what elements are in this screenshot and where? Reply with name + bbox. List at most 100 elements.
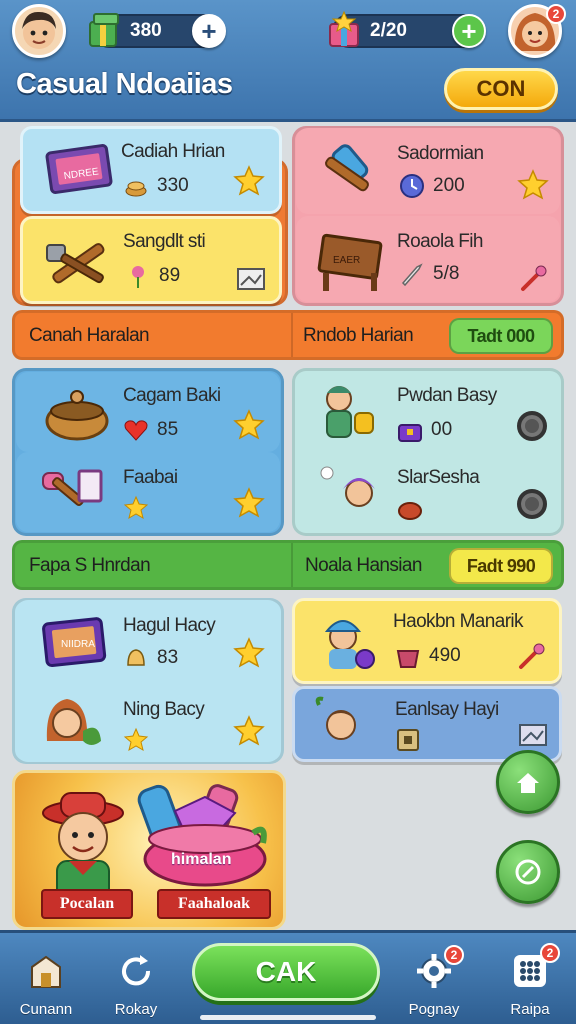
sadormian-value-row: 200 <box>399 173 465 199</box>
slarsesha-toggle[interactable] <box>517 489 547 519</box>
roaola-value: 5/8 <box>433 263 460 284</box>
sadormian-value: 200 <box>433 175 465 196</box>
build-fab-button[interactable] <box>496 750 560 814</box>
tadt-button[interactable]: Tadt 000 <box>449 318 553 354</box>
star-icon <box>233 165 265 196</box>
house-icon <box>517 773 539 793</box>
svg-text:NIIDRA: NIIDRA <box>61 639 95 650</box>
page-title: Casual Ndoaiias <box>16 68 233 100</box>
add-star-button[interactable]: + <box>452 14 486 48</box>
gift-resource-counter: 380 + <box>89 13 226 48</box>
bell-icon <box>127 649 145 666</box>
nav-rokay-label: Rokay <box>114 1001 158 1018</box>
star-box-icon <box>329 10 359 47</box>
slarsesha-title: SlarSesha <box>397 467 480 488</box>
gift-box-icon <box>89 13 119 47</box>
purple-chest-icon <box>398 424 422 442</box>
fadt-button[interactable]: Fadt 990 <box>449 548 553 584</box>
eanlsay-title: Eanlsay Hayi <box>395 699 499 720</box>
picture-frame-icon <box>519 724 547 746</box>
nav-cunann[interactable]: Cunann <box>6 943 86 1023</box>
con-button[interactable]: CON <box>444 68 558 110</box>
redhead-villager-icon <box>46 699 101 745</box>
promo-cake-label: himalan <box>171 851 232 868</box>
star-icon <box>233 637 265 668</box>
roaola-title: Roaola Fih <box>397 231 483 252</box>
roaola-value-row: 5/8 <box>399 261 459 287</box>
orange-strip-left-label: Canah Haralan <box>29 325 150 346</box>
nav-pognay[interactable]: Pognay 2 <box>394 943 474 1023</box>
sadormian-title: Sadormian <box>397 143 484 164</box>
promo-ribbon-left[interactable]: Pocalan <box>41 889 133 919</box>
sadormian-card[interactable]: Sadormian 200 <box>296 128 560 214</box>
promo-ribbon-right[interactable]: Faahaloak <box>157 889 271 919</box>
faabai-card[interactable]: Faabai <box>16 452 280 532</box>
nav-rokay[interactable]: Rokay <box>96 943 176 1023</box>
gem-clock-icon <box>400 174 424 198</box>
cooking-pot-icon <box>45 390 109 441</box>
pwdan-card[interactable]: Pwdan Basy 00 <box>296 372 560 452</box>
svg-text:EAER: EAER <box>333 255 360 266</box>
slarsesha-card[interactable]: SlarSesha <box>296 452 560 532</box>
pwdan-value-row: 00 <box>397 417 452 443</box>
sangdlt-value-row: 89 <box>125 263 180 289</box>
orange-strip: Canah Haralan Rndob Harian Tadt 000 <box>12 310 564 360</box>
player-avatar[interactable] <box>12 4 66 58</box>
cagam-title: Cagam Baki <box>123 385 221 406</box>
cadiah-card[interactable]: NDREE Cadiah Hrian 330 <box>20 126 282 214</box>
girl-villager-icon <box>320 466 375 507</box>
shop-icon <box>31 955 61 988</box>
hagul-card[interactable]: NIIDRA Hagul Hacy 83 <box>16 600 280 682</box>
nav-raipa-label: Raipa <box>510 1001 550 1018</box>
promo-banner[interactable]: himalan Pocalan Faahaloak <box>12 770 286 930</box>
coin-stack-icon <box>125 181 147 197</box>
cak-button[interactable]: CAK <box>192 943 380 1001</box>
pognay-badge: 2 <box>444 945 464 965</box>
green-strip-right-label: Noala Hansian <box>305 555 422 576</box>
cagam-value-row: 85 <box>123 417 178 443</box>
badge-box-icon <box>397 729 419 751</box>
wooden-sign-icon: EAER <box>317 233 383 291</box>
basket-icon <box>396 650 420 668</box>
magic-wand-icon <box>521 265 547 291</box>
hagul-value: 83 <box>157 647 179 668</box>
haokbn-card[interactable]: Haokbn Manarik 490 <box>292 598 562 684</box>
flower-icon <box>132 266 144 288</box>
edit-fab-button[interactable] <box>496 840 560 904</box>
ning-card[interactable]: Ning Bacy <box>16 682 280 762</box>
profile-notification-badge: 2 <box>546 4 566 24</box>
pwdan-title: Pwdan Basy <box>397 385 497 406</box>
roaola-card[interactable]: EAER Roaola Fih 5/8 <box>296 216 560 302</box>
cagam-card[interactable]: Cagam Baki 85 <box>16 372 280 452</box>
orange-strip-right-label: Rndob Harian <box>303 325 414 346</box>
bottom-nav: Cunann Rokay CAK Pognay 2 Raipa 2 <box>0 930 576 1024</box>
add-gift-button[interactable]: + <box>192 14 226 48</box>
star-resource-counter: 2/20 + <box>329 10 486 48</box>
framed-sign-icon: NIIDRA <box>42 617 107 668</box>
hammer-icon <box>325 144 369 192</box>
cadiah-value-row: 330 <box>123 173 189 199</box>
top-bar: 380 + 2/20 + 2 Casual Ndoaiias CON <box>0 0 576 122</box>
home-indicator[interactable] <box>200 1015 376 1020</box>
orange-strip-divider <box>291 313 293 357</box>
pwdan-toggle[interactable] <box>517 411 547 441</box>
rocket-icon <box>401 263 423 287</box>
gift-resource-value: 380 <box>130 20 162 41</box>
pwdan-value: 00 <box>431 419 453 440</box>
pencil-icon <box>515 859 541 885</box>
cadiah-value: 330 <box>157 175 189 196</box>
green-strip-divider <box>291 543 293 587</box>
nav-raipa[interactable]: Raipa 2 <box>490 943 570 1023</box>
haokbn-value: 490 <box>429 645 461 666</box>
player-face-icon <box>22 11 56 49</box>
cadiah-title: Cadiah Hrian <box>121 141 225 162</box>
sangdlt-value: 89 <box>159 265 181 286</box>
faabai-title: Faabai <box>123 467 178 488</box>
villager-icon <box>326 386 374 438</box>
torch-card-icon <box>42 469 103 506</box>
small-star-icon <box>123 495 149 520</box>
sign-board-icon: NDREE <box>45 144 113 194</box>
haokbn-value-row: 490 <box>395 643 461 669</box>
sangdlt-card[interactable]: Sangdlt sti 89 <box>20 216 282 304</box>
star-icon <box>517 169 549 200</box>
